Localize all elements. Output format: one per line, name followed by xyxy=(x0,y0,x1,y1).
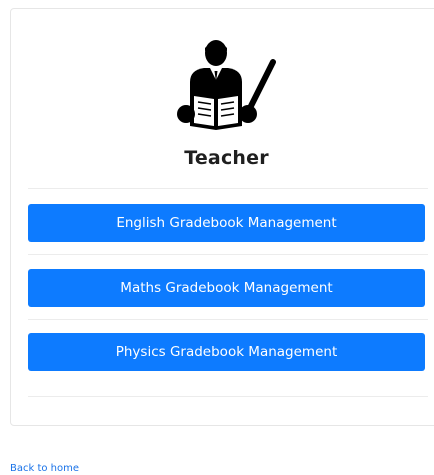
page: Teacher English Gradebook Management Mat… xyxy=(0,0,434,475)
teacher-with-pointer-icon xyxy=(177,40,276,130)
divider xyxy=(28,254,428,255)
divider xyxy=(28,319,428,320)
page-title: Teacher xyxy=(184,147,269,169)
divider xyxy=(28,188,428,189)
divider xyxy=(28,396,428,397)
maths-gradebook-button[interactable]: Maths Gradebook Management xyxy=(28,269,425,307)
physics-gradebook-button[interactable]: Physics Gradebook Management xyxy=(28,333,425,371)
english-gradebook-button[interactable]: English Gradebook Management xyxy=(28,204,425,242)
back-to-home-link[interactable]: Back to home xyxy=(10,463,79,474)
